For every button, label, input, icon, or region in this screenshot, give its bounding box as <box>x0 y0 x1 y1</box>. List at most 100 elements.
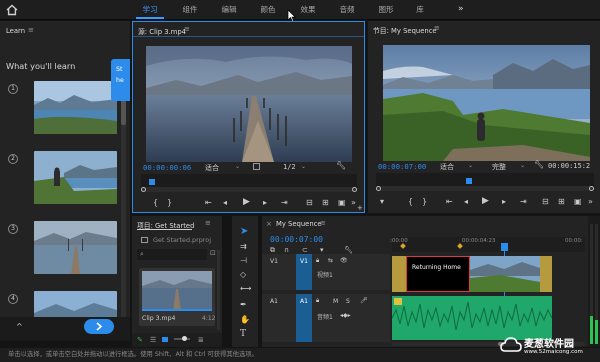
timeline-timecode[interactable]: 00:00:07:00 <box>270 235 323 244</box>
go-to-out-icon[interactable]: ⇥ <box>281 198 288 207</box>
eye-icon[interactable]: 👁︎ <box>340 257 348 264</box>
snap-icon[interactable]: ∩ <box>284 246 289 254</box>
source-fit-dropdown[interactable]: 适合 <box>205 163 219 173</box>
add-marker-icon[interactable]: ▾ <box>320 246 324 254</box>
lock-icon[interactable]: 🔒︎ <box>316 297 319 305</box>
ripple-edit-tool-icon[interactable]: ⊣ <box>240 256 247 265</box>
microphone-icon[interactable]: 🎤︎ <box>360 297 368 304</box>
insert-icon[interactable]: ⊟ <box>306 198 313 207</box>
step-forward-icon[interactable]: ▸ <box>263 198 267 207</box>
mark-out-icon[interactable]: } <box>422 197 427 206</box>
tutorial-thumbnail-2[interactable] <box>34 151 117 204</box>
zoom-handle-right[interactable] <box>589 186 594 191</box>
solo-toggle[interactable]: S <box>346 298 350 305</box>
play-icon[interactable]: ▶ <box>482 196 489 206</box>
panel-menu-icon[interactable]: ≡ <box>28 26 34 34</box>
selection-tool-icon[interactable]: ➤ <box>240 226 248 237</box>
track-select-tool-icon[interactable]: ⇉ <box>240 242 247 251</box>
workspace-tab-editing[interactable]: 编辑 <box>215 0 243 19</box>
v1-source-label[interactable]: V1 <box>270 258 278 265</box>
program-zoom-bar[interactable] <box>376 186 594 191</box>
source-zoom-bar[interactable] <box>141 187 357 192</box>
project-scrollbar[interactable] <box>217 250 220 330</box>
workspace-tab-effects[interactable]: 效果 <box>294 0 322 19</box>
video-clip-start[interactable] <box>392 256 406 292</box>
program-quality-dropdown[interactable]: 完整 <box>492 162 506 172</box>
timeline-playhead-head[interactable] <box>501 243 508 251</box>
program-playhead[interactable] <box>466 178 472 184</box>
clip-thumbnail[interactable] <box>142 271 212 311</box>
source-resolution-dropdown[interactable]: 1/2 <box>283 163 296 171</box>
program-fit-dropdown[interactable]: 适合 <box>440 162 454 172</box>
sync-icon[interactable]: ⇆ <box>328 257 333 264</box>
more-workspaces-icon[interactable]: » <box>458 4 464 14</box>
slip-tool-icon[interactable]: ⟷ <box>240 284 251 293</box>
icon-view-icon[interactable] <box>162 337 168 342</box>
extract-icon[interactable]: ⊞ <box>558 197 565 206</box>
video-clip[interactable] <box>470 256 540 292</box>
go-to-in-icon[interactable]: ⇤ <box>205 198 212 207</box>
project-search-input[interactable] <box>137 249 207 260</box>
chevron-down-icon[interactable]: ⌄ <box>301 163 306 170</box>
zoom-slider-handle[interactable] <box>182 336 187 341</box>
panel-menu-icon[interactable]: ≡ <box>184 25 190 33</box>
fx-badge[interactable] <box>394 298 402 305</box>
more-icon[interactable]: » <box>588 197 593 206</box>
tutorial-thumbnail-3[interactable] <box>34 221 117 274</box>
list-view-icon[interactable]: ☰ <box>150 336 156 344</box>
mark-out-icon[interactable]: } <box>167 198 172 207</box>
export-frame-icon[interactable]: ▣ <box>574 197 582 206</box>
workspace-tab-libraries[interactable]: 库 <box>410 0 430 19</box>
hand-tool-icon[interactable]: ✋ <box>240 315 250 324</box>
chevron-down-icon[interactable]: ⌄ <box>520 162 525 169</box>
keyframe-nav-icon[interactable]: ◂◆▸ <box>340 312 351 319</box>
tutorial-thumbnail-1[interactable] <box>34 81 117 134</box>
home-icon[interactable] <box>4 2 20 18</box>
mute-toggle[interactable]: M <box>333 298 338 305</box>
mark-in-icon[interactable]: { <box>408 197 413 206</box>
type-tool-icon[interactable]: T <box>240 329 246 339</box>
add-button-icon[interactable]: + <box>357 204 363 212</box>
safe-margins-icon[interactable] <box>253 163 260 170</box>
sequence-tab[interactable]: My Sequence <box>276 220 322 228</box>
step-forward-icon[interactable]: ▸ <box>502 197 506 206</box>
source-timecode[interactable]: 00:00:00:06 <box>143 163 191 172</box>
wrench-icon[interactable]: 🔧︎ <box>344 246 353 254</box>
chevron-up-icon[interactable]: ^ <box>16 322 23 331</box>
title-clip[interactable] <box>406 256 470 292</box>
play-icon[interactable]: ▶ <box>243 197 250 207</box>
program-timecode[interactable]: 00:00:07:00 <box>378 162 426 171</box>
panel-menu-icon[interactable]: ≡ <box>205 219 211 227</box>
chevron-down-icon[interactable]: ⌄ <box>468 162 473 169</box>
next-button[interactable] <box>84 319 114 334</box>
program-time-ruler[interactable] <box>376 173 594 187</box>
close-icon[interactable]: × <box>266 220 272 228</box>
pencil-icon[interactable]: ✎ <box>137 336 143 344</box>
overwrite-icon[interactable]: ⊞ <box>322 198 329 207</box>
zoom-handle-left[interactable] <box>376 186 381 191</box>
workspace-tab-color[interactable]: 颜色 <box>254 0 282 19</box>
video-clip-end[interactable] <box>540 256 552 292</box>
zoom-handle-left[interactable] <box>141 187 146 192</box>
chevron-down-icon[interactable]: ⌄ <box>235 163 240 170</box>
zoom-handle-right[interactable] <box>352 187 357 192</box>
panel-menu-icon[interactable]: ≡ <box>434 24 440 32</box>
workspace-tab-assembly[interactable]: 组件 <box>176 0 204 19</box>
step-back-icon[interactable]: ◂ <box>223 198 227 207</box>
workspace-tab-graphics[interactable]: 图形 <box>372 0 400 19</box>
mark-in-icon[interactable]: { <box>153 198 158 207</box>
go-to-in-icon[interactable]: ⇤ <box>446 197 453 206</box>
wrench-icon[interactable]: 🔧︎ <box>336 161 346 170</box>
go-to-out-icon[interactable]: ⇥ <box>520 197 527 206</box>
step-back-icon[interactable]: ◂ <box>464 197 468 206</box>
source-playhead[interactable] <box>149 179 155 185</box>
source-time-ruler[interactable] <box>141 174 357 188</box>
wrench-icon[interactable]: 🔧︎ <box>534 160 544 169</box>
workspace-tab-learn[interactable]: 学习 <box>136 0 164 19</box>
workspace-tab-audio[interactable]: 音频 <box>333 0 361 19</box>
export-frame-icon[interactable]: ▣ <box>338 198 346 207</box>
lift-icon[interactable]: ⊟ <box>542 197 549 206</box>
a1-source-label[interactable]: A1 <box>270 298 278 305</box>
sort-icon[interactable]: ≣ <box>198 336 204 344</box>
filter-icon[interactable]: ⊡ <box>210 249 216 257</box>
